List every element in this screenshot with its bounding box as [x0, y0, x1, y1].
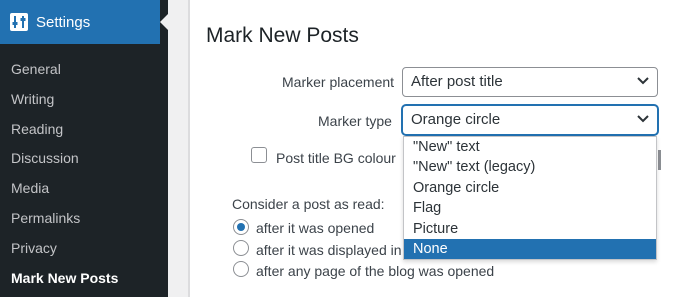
marker-type-value: Orange circle: [411, 111, 501, 128]
chevron-down-icon: [637, 115, 649, 123]
sidebar-item-mark-new-posts[interactable]: Mark New Posts: [0, 264, 168, 294]
radio-after-opened-label: after it was opened: [256, 220, 375, 236]
marker-placement-select[interactable]: After post title: [402, 67, 658, 97]
chevron-down-icon: [637, 77, 649, 85]
sidebar-item-discussion[interactable]: Discussion: [0, 144, 168, 174]
sidebar-settings-header[interactable]: Settings: [0, 0, 160, 44]
admin-sidebar: Settings General Writing Reading Discuss…: [0, 0, 168, 297]
sidebar-item-reading[interactable]: Reading: [0, 115, 168, 145]
marker-placement-value: After post title: [411, 73, 503, 90]
page-title: Mark New Posts: [206, 24, 359, 47]
dropdown-option-new-text[interactable]: "New" text: [404, 137, 656, 157]
marker-type-dropdown-list: "New" text "New" text (legacy) Orange ci…: [403, 136, 657, 260]
radio-after-any-page-label: after any page of the blog was opened: [256, 263, 495, 279]
sidebar-item-general[interactable]: General: [0, 55, 168, 85]
sidebar-item-media[interactable]: Media: [0, 174, 168, 204]
dropdown-option-picture[interactable]: Picture: [404, 219, 656, 239]
dropdown-option-orange-circle[interactable]: Orange circle: [404, 178, 656, 198]
color-field-edge: [658, 150, 661, 170]
dropdown-option-none[interactable]: None: [404, 238, 656, 260]
sidebar-item-privacy[interactable]: Privacy: [0, 234, 168, 264]
settings-sliders-icon: [10, 13, 28, 31]
current-menu-arrow: [160, 14, 168, 30]
dropdown-option-flag[interactable]: Flag: [404, 198, 656, 218]
post-title-bg-label: Post title BG colour: [276, 150, 396, 166]
sidebar-item-writing[interactable]: Writing: [0, 85, 168, 115]
marker-type-select[interactable]: Orange circle: [402, 105, 658, 135]
marker-type-label: Marker type: [318, 113, 392, 129]
sidebar-item-permalinks[interactable]: Permalinks: [0, 204, 168, 234]
post-title-bg-checkbox[interactable]: [251, 147, 267, 163]
radio-after-opened[interactable]: [233, 219, 249, 235]
consider-read-label: Consider a post as read:: [232, 196, 385, 212]
radio-after-any-page[interactable]: [233, 261, 249, 277]
marker-placement-label: Marker placement: [282, 74, 395, 90]
settings-submenu: General Writing Reading Discussion Media…: [0, 55, 168, 293]
dropdown-option-new-text-legacy[interactable]: "New" text (legacy): [404, 157, 656, 177]
sidebar-settings-label: Settings: [36, 13, 91, 31]
radio-after-displayed-label: after it was displayed in: [256, 242, 402, 258]
radio-after-displayed[interactable]: [233, 240, 249, 256]
